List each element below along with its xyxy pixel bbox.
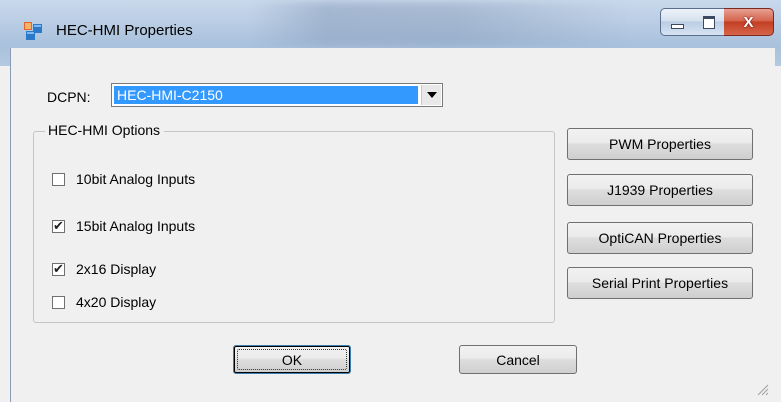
ok-button[interactable]: OK [233, 345, 351, 374]
option-label: 4x20 Display [76, 294, 157, 310]
checkbox[interactable] [52, 172, 65, 186]
option-label: 10bit Analog Inputs [76, 171, 196, 187]
window-title: HEC-HMI Properties [56, 22, 193, 39]
option-label: 2x16 Display [76, 261, 157, 277]
chevron-down-icon [426, 92, 437, 98]
serial-print-properties-button[interactable]: Serial Print Properties [567, 267, 753, 299]
cancel-button[interactable]: Cancel [459, 345, 577, 374]
option-4x20-display[interactable]: 4x20 Display [52, 294, 156, 310]
close-button[interactable]: X [724, 8, 774, 36]
checkbox[interactable] [52, 295, 65, 309]
minimize-button[interactable] [660, 8, 694, 36]
dcpn-selected-value: HEC-HMI-C2150 [114, 86, 418, 104]
resize-grip-icon[interactable] [755, 382, 769, 396]
close-icon: X [743, 13, 754, 31]
minimize-icon [670, 23, 684, 29]
dcpn-dropdown-button[interactable] [421, 85, 441, 105]
app-window-icon [24, 22, 42, 40]
checkmark-icon: ✔ [53, 261, 64, 276]
dialog-client-area: DCPN: HEC-HMI-C2150 HEC-HMI Options 10bi… [10, 48, 775, 402]
maximize-icon [702, 15, 715, 29]
option-2x16-display[interactable]: ✔ 2x16 Display [52, 261, 156, 277]
j1939-properties-button[interactable]: J1939 Properties [567, 174, 753, 206]
options-group-title: HEC-HMI Options [45, 122, 165, 138]
dcpn-label: DCPN: [47, 89, 91, 105]
checkbox[interactable]: ✔ [52, 261, 65, 276]
maximize-button[interactable] [693, 8, 725, 36]
optican-properties-button[interactable]: OptiCAN Properties [567, 222, 753, 254]
checkbox[interactable]: ✔ [52, 218, 65, 233]
option-10bit-analog[interactable]: 10bit Analog Inputs [52, 171, 195, 187]
option-label: 15bit Analog Inputs [76, 218, 196, 234]
checkmark-icon: ✔ [53, 218, 64, 233]
focus-rectangle [237, 349, 347, 370]
glass-background [250, 2, 630, 46]
option-15bit-analog[interactable]: ✔ 15bit Analog Inputs [52, 218, 195, 234]
dcpn-combobox[interactable]: HEC-HMI-C2150 [111, 83, 443, 107]
pwm-properties-button[interactable]: PWM Properties [567, 128, 753, 160]
